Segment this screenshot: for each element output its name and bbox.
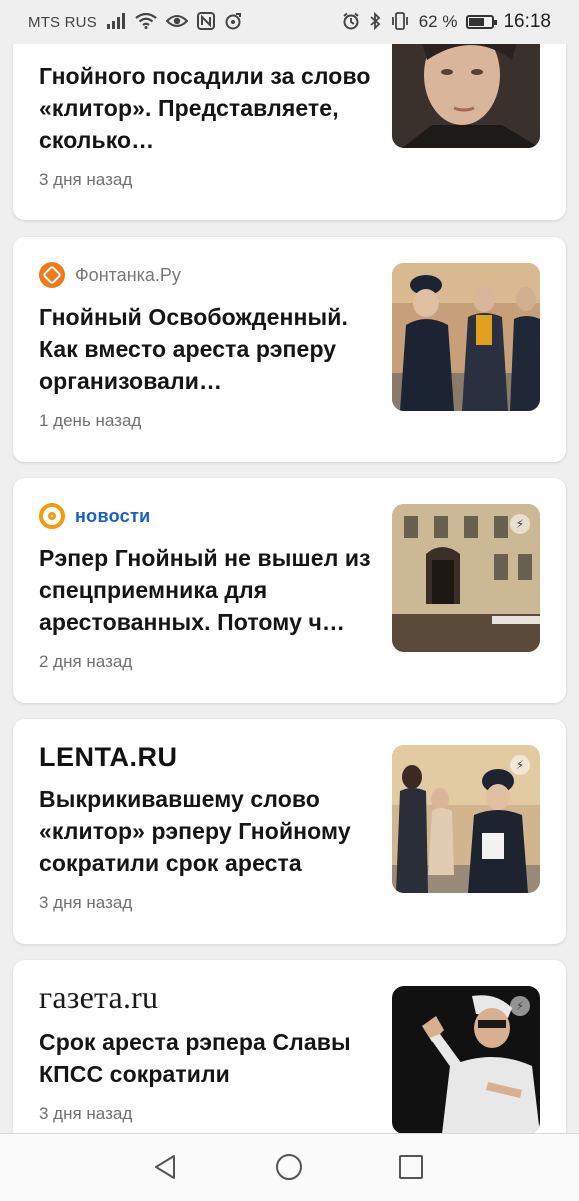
fontanka-logo-icon	[39, 262, 65, 288]
news-card[interactable]: Фонтанка.Ру Гнойный Освобожденный. Как в…	[13, 237, 566, 462]
time-ago: 3 дня назад	[39, 1104, 133, 1123]
mailru-logo-icon	[39, 503, 65, 529]
source-name: Фонтанка.Ру	[75, 264, 181, 285]
news-thumbnail: ⚡	[392, 504, 540, 652]
navigation-bar	[0, 1133, 579, 1201]
back-icon[interactable]	[152, 1154, 178, 1185]
home-icon[interactable]	[276, 1154, 302, 1180]
bluetooth-icon	[369, 11, 381, 33]
headline: Гнойный Освобожденный. Как вместо ареста…	[39, 304, 348, 394]
headline: Выкрикивавшему слово «клитор» рэперу Гно…	[39, 786, 351, 876]
time-ago: 1 день назад	[39, 411, 142, 430]
nfc-icon	[196, 11, 215, 33]
flash-icon: ⚡	[510, 514, 530, 534]
news-card[interactable]: газета.ru Срок ареста рэпера Славы КПСС …	[13, 960, 566, 1160]
news-source: LENTA.RU	[39, 741, 374, 772]
recent-apps-icon[interactable]	[399, 1155, 423, 1179]
news-card[interactable]: новости Рэпер Гнойный не вышел из спецпр…	[13, 478, 566, 703]
news-source: Фонтанка.Ру	[39, 261, 374, 289]
time-ago: 2 дня назад	[39, 652, 133, 671]
signal-icon	[106, 12, 126, 32]
battery-icon	[466, 15, 498, 29]
news-thumbnail: ⚡	[392, 986, 540, 1134]
status-bar: MTS RUS 62 % 16:18	[0, 0, 579, 44]
clock: 16:18	[503, 11, 551, 32]
music-app-icon	[224, 12, 242, 33]
news-thumbnail	[392, 263, 540, 411]
vibrate-icon	[390, 11, 410, 33]
carrier-label: MTS RUS	[28, 13, 97, 31]
source-name: новости	[75, 505, 151, 526]
eye-icon	[165, 14, 189, 31]
news-thumbnail: ⚡	[392, 745, 540, 893]
battery-percent: 62 %	[418, 12, 458, 31]
headline: Рэпер Гнойный не вышел из спецприемника …	[39, 545, 371, 635]
flash-icon: ⚡	[510, 755, 530, 775]
news-source: новости	[39, 502, 374, 530]
time-ago: 3 дня назад	[39, 893, 133, 912]
source-name: газета.ru	[39, 978, 159, 1015]
alarm-icon	[342, 12, 360, 33]
news-card[interactable]: LENTA.RU Выкрикивавшему слово «клитор» р…	[13, 719, 566, 944]
news-source: газета.ru	[39, 979, 374, 1015]
wifi-icon	[135, 12, 157, 32]
time-ago: 3 дня назад	[39, 170, 133, 189]
headline: Срок ареста рэпера Славы КПСС сократили	[39, 1029, 351, 1087]
flash-icon: ⚡	[510, 996, 530, 1016]
source-name: LENTA.RU	[39, 741, 178, 772]
headline: Гнойного посадили за слово «клитор». Пре…	[39, 63, 371, 153]
